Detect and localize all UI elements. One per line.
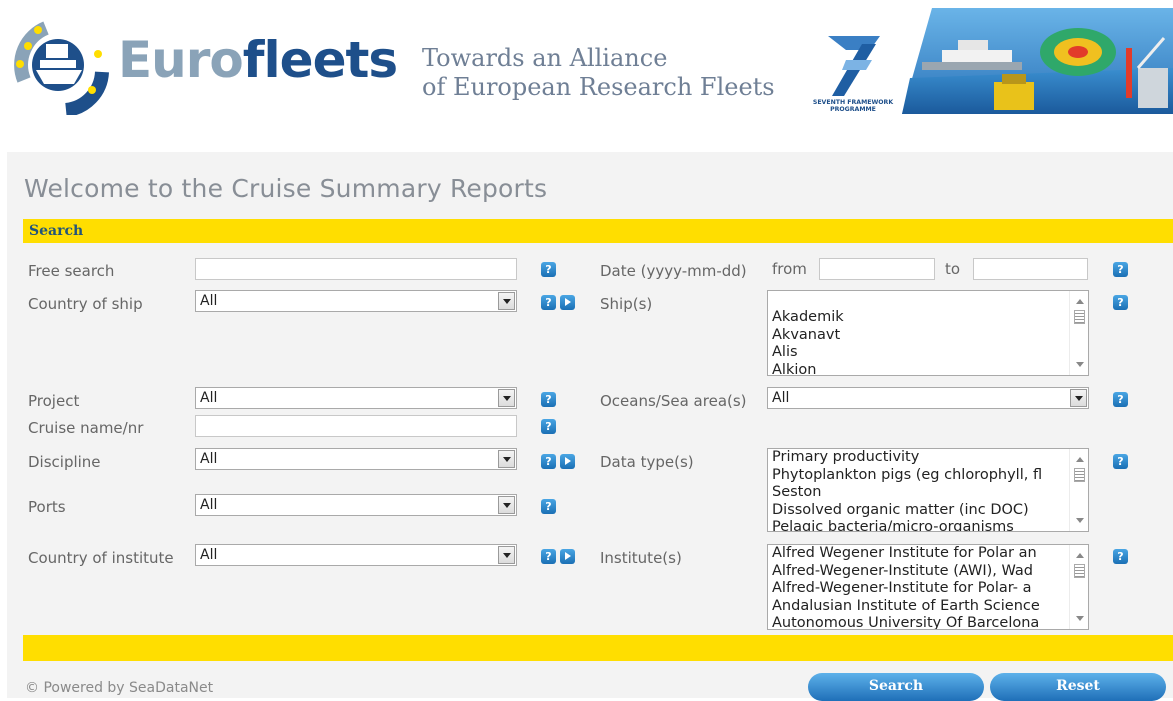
search-section-header: Search — [23, 219, 1173, 243]
oceans-select[interactable]: All — [767, 387, 1089, 409]
date-help-icon[interactable]: ? — [1113, 262, 1128, 277]
country-of-institute-label: Country of institute — [28, 549, 174, 567]
project-select[interactable]: All — [195, 387, 517, 409]
discipline-expand-icon[interactable] — [560, 454, 575, 469]
ship-logo-icon — [14, 21, 109, 115]
ships-listbox[interactable]: Akademik Akvanavt Alis Alkion — [767, 290, 1089, 376]
date-from-label: from — [772, 260, 807, 278]
research-vessel-banner-image — [902, 8, 1173, 114]
ports-select[interactable]: All — [195, 494, 517, 516]
date-label: Date (yyyy-mm-dd) — [600, 262, 747, 280]
country-of-institute-select[interactable]: All — [195, 544, 517, 566]
list-item[interactable]: Phytoplankton pigs (eg chlorophyll, fl — [772, 467, 1088, 485]
fp7-logo: SEVENTH FRAMEWORK PROGRAMME — [813, 36, 893, 113]
data-type-listbox[interactable]: Primary productivity Phytoplankton pigs … — [767, 448, 1089, 532]
ports-value: All — [200, 497, 218, 513]
discipline-help-icon[interactable]: ? — [541, 454, 556, 469]
date-to-input[interactable] — [973, 258, 1088, 280]
bottom-accent-bar — [23, 635, 1173, 661]
cruise-name-help-icon[interactable]: ? — [541, 419, 556, 434]
date-from-input[interactable] — [819, 258, 935, 280]
dropdown-arrow-icon[interactable] — [1070, 389, 1087, 407]
dropdown-arrow-icon[interactable] — [498, 546, 515, 564]
dropdown-arrow-icon[interactable] — [498, 496, 515, 514]
country-of-institute-expand-icon[interactable] — [560, 549, 575, 564]
dropdown-arrow-icon[interactable] — [498, 389, 515, 407]
list-item[interactable]: Alfred-Wegener-Institute for Polar- a — [772, 580, 1088, 598]
country-of-ship-value: All — [200, 293, 218, 309]
ports-label: Ports — [28, 498, 66, 516]
dropdown-arrow-icon[interactable] — [498, 292, 515, 310]
country-of-ship-select[interactable]: All — [195, 290, 517, 312]
dropdown-arrow-icon[interactable] — [498, 450, 515, 468]
list-item[interactable]: Alfred Wegener Institute for Polar an — [772, 545, 1088, 563]
list-item[interactable]: Seston — [772, 484, 1088, 502]
ships-help-icon[interactable]: ? — [1113, 295, 1128, 310]
list-item[interactable]: Alkion — [772, 362, 1088, 376]
scrollbar[interactable] — [1069, 449, 1088, 531]
free-search-help-icon[interactable]: ? — [541, 262, 556, 277]
discipline-select[interactable]: All — [195, 448, 517, 470]
search-panel: Welcome to the Cruise Summary Reports Se… — [7, 152, 1173, 698]
powered-by-footer: © Powered by SeaDataNet — [25, 680, 214, 696]
fp7-label-line-1: SEVENTH FRAMEWORK — [813, 99, 893, 106]
free-search-label: Free search — [28, 262, 115, 280]
oceans-help-icon[interactable]: ? — [1113, 392, 1128, 407]
list-item[interactable]: Dissolved organic matter (inc DOC) — [772, 502, 1088, 520]
tagline-line-1: Towards an Alliance — [422, 44, 668, 72]
oceans-label: Oceans/Sea area(s) — [600, 392, 747, 410]
project-value: All — [200, 390, 218, 406]
scrollbar[interactable] — [1069, 545, 1088, 629]
oceans-value: All — [772, 390, 790, 406]
country-of-institute-help-icon[interactable]: ? — [541, 549, 556, 564]
project-label: Project — [28, 392, 80, 410]
list-item[interactable]: Alis — [772, 344, 1088, 362]
discipline-value: All — [200, 451, 218, 467]
logo-part-2: fleets — [242, 31, 398, 89]
institutes-help-icon[interactable]: ? — [1113, 549, 1128, 564]
institutes-label: Institute(s) — [600, 549, 682, 567]
page-header: Eurofleets Towards an Alliance of Europe… — [0, 0, 1173, 130]
free-search-input[interactable] — [195, 258, 517, 280]
logo-part-1: Euro — [118, 31, 244, 89]
country-of-ship-help-icon[interactable]: ? — [541, 295, 556, 310]
date-to-label: to — [945, 260, 961, 278]
ships-label: Ship(s) — [600, 295, 653, 313]
list-item[interactable]: Primary productivity — [772, 449, 1088, 467]
reset-button[interactable]: Reset — [990, 673, 1166, 701]
institutes-listbox[interactable]: Alfred Wegener Institute for Polar an Al… — [767, 544, 1089, 630]
list-item[interactable]: Autonomous University Of Barcelona — [772, 615, 1088, 629]
project-help-icon[interactable]: ? — [541, 392, 556, 407]
list-item[interactable]: Akademik — [772, 309, 1088, 327]
list-item[interactable]: Alfred-Wegener-Institute (AWI), Wad — [772, 563, 1088, 581]
scrollbar[interactable] — [1069, 291, 1088, 375]
eurofleets-logo: Eurofleets — [118, 30, 398, 90]
country-of-ship-label: Country of ship — [28, 295, 143, 313]
list-item[interactable]: Andalusian Institute of Earth Science — [772, 598, 1088, 616]
data-type-label: Data type(s) — [600, 453, 694, 471]
cruise-name-label: Cruise name/nr — [28, 419, 144, 437]
fp7-label-line-2: PROGRAMME — [830, 106, 876, 113]
list-item[interactable]: Pelagic bacteria/micro-organisms — [772, 519, 1088, 531]
discipline-label: Discipline — [28, 453, 101, 471]
country-of-institute-value: All — [200, 547, 218, 563]
list-item[interactable]: Akvanavt — [772, 327, 1088, 345]
page-title: Welcome to the Cruise Summary Reports — [24, 174, 548, 203]
data-type-help-icon[interactable]: ? — [1113, 454, 1128, 469]
tagline-line-2: of European Research Fleets — [422, 73, 775, 101]
search-button[interactable]: Search — [808, 673, 984, 701]
ports-help-icon[interactable]: ? — [541, 499, 556, 514]
cruise-name-input[interactable] — [195, 415, 517, 437]
tagline: Towards an Alliance of European Research… — [422, 44, 775, 102]
country-of-ship-expand-icon[interactable] — [560, 295, 575, 310]
